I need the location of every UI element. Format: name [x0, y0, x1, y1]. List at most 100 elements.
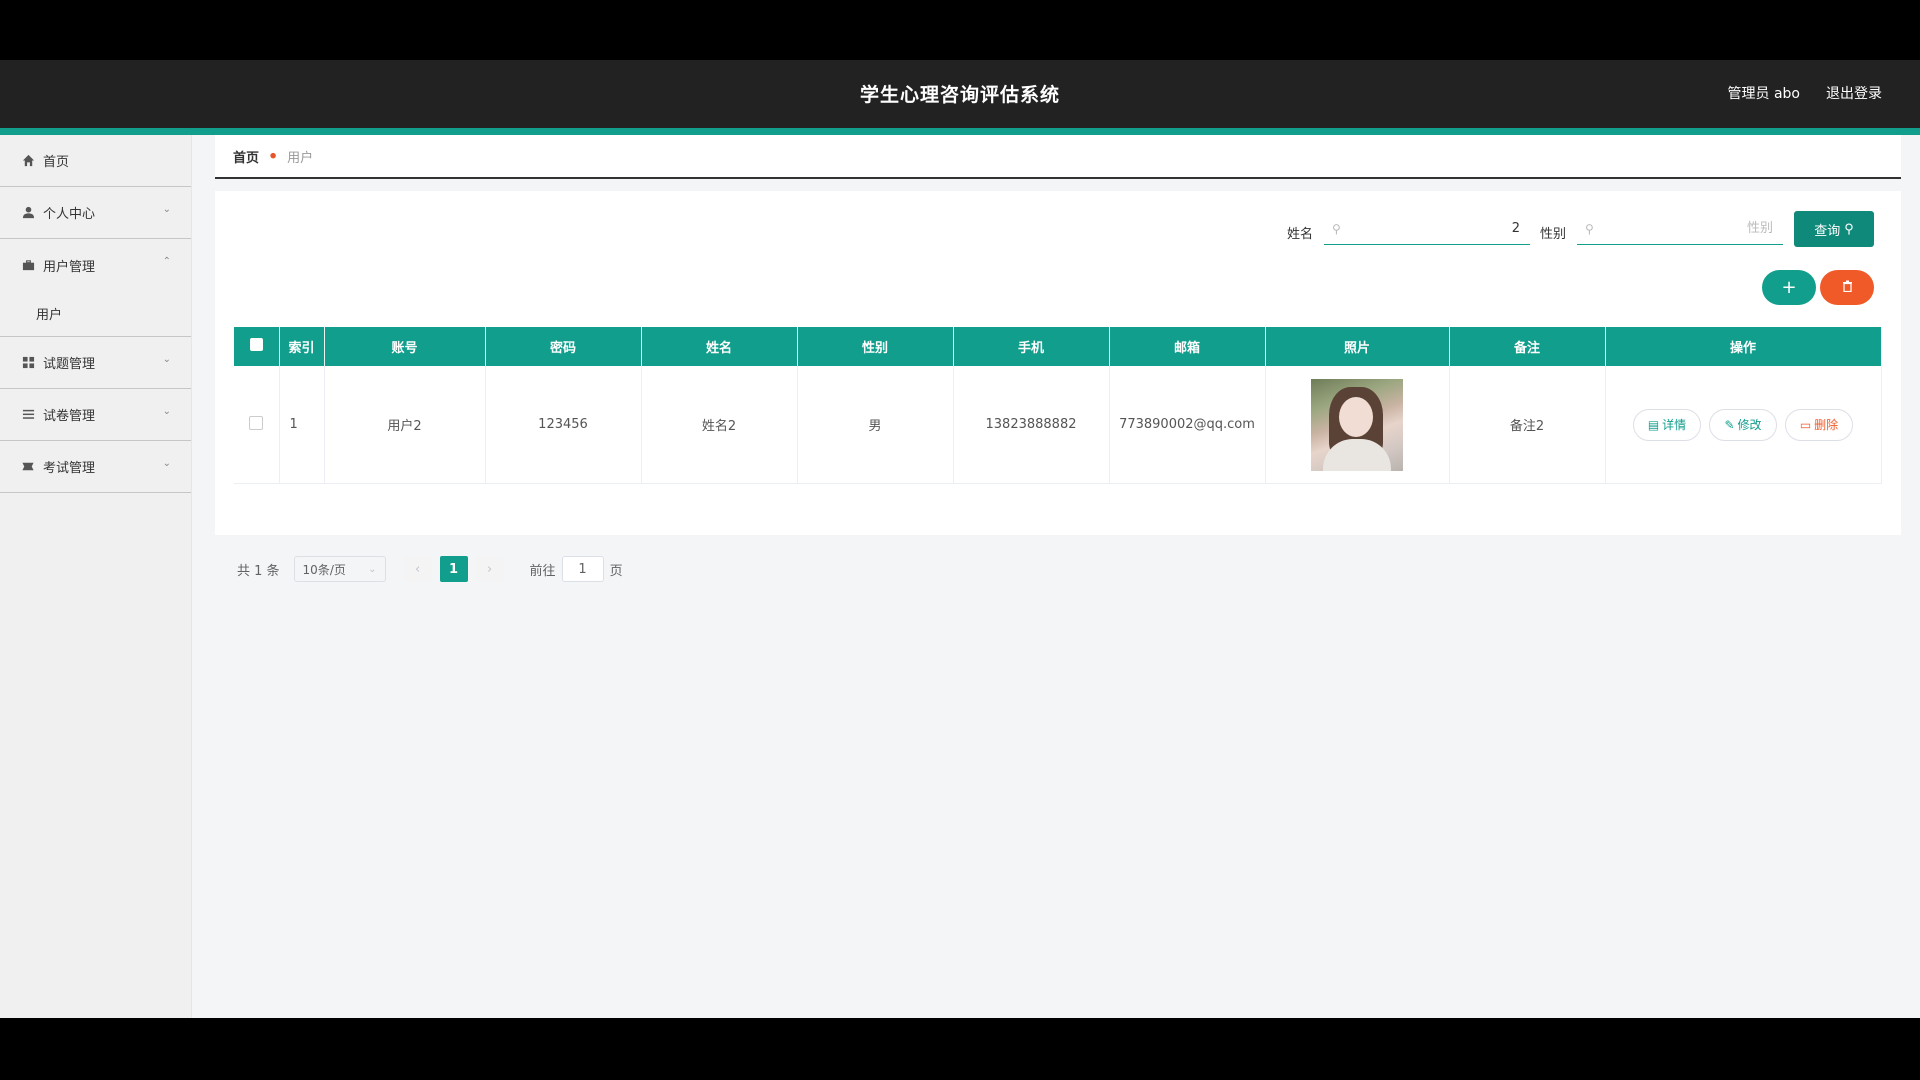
- edit-button[interactable]: ✎ 修改: [1709, 408, 1777, 441]
- photo-face: [1339, 396, 1373, 437]
- detail-button[interactable]: ▤ 详情: [1633, 408, 1701, 441]
- sidebar-item-exam-management[interactable]: 考试管理 ⌄: [0, 441, 191, 493]
- column-header: 索引: [279, 327, 325, 366]
- home-icon: [21, 154, 35, 168]
- app-window: 学生心理咨询评估系统 管理员 abo 退出登录 首页 个人中心 ⌄ 用户管理 ⌃…: [0, 60, 1920, 1018]
- delete-button[interactable]: ▭ 删除: [1785, 408, 1853, 441]
- name-search-input[interactable]: [1340, 220, 1530, 237]
- document-icon: ▤: [1647, 417, 1660, 432]
- plus-icon: +: [1781, 277, 1797, 298]
- edit-icon: ✎: [1724, 417, 1735, 432]
- top-header: 学生心理咨询评估系统 管理员 abo 退出登录: [0, 60, 1920, 135]
- chevron-down-icon: ⌄: [368, 563, 377, 575]
- column-header: 备注: [1449, 327, 1606, 366]
- sidebar: 首页 个人中心 ⌄ 用户管理 ⌃ 用户 试题管理 ⌄ 试卷管理 ⌄ 考试管理 ⌄: [0, 135, 192, 1018]
- search-icon: ⚲: [1332, 221, 1341, 236]
- user-table: 索引 账号 密码 姓名 性别 手机 邮箱 照片 备注 操作 1 用户2 1234…: [234, 327, 1882, 484]
- sidebar-item-home[interactable]: 首页: [0, 135, 191, 187]
- name-search-label: 姓名: [1287, 227, 1314, 242]
- column-header: 性别: [797, 327, 954, 366]
- sidebar-item-label: 试题管理: [43, 357, 96, 372]
- column-header: 密码: [485, 327, 642, 366]
- chevron-left-icon: ‹: [414, 561, 421, 577]
- sidebar-item-label: 首页: [43, 155, 70, 170]
- cell-password: 123456: [485, 366, 642, 484]
- sidebar-item-label: 个人中心: [43, 207, 96, 222]
- column-header: 账号: [324, 327, 486, 366]
- sidebar-item-label: 用户管理: [43, 259, 96, 275]
- user-photo: [1311, 378, 1403, 471]
- cell-account: 用户2: [324, 366, 486, 484]
- column-header: 邮箱: [1109, 327, 1266, 366]
- total-count: 共 1 条: [237, 563, 280, 579]
- chevron-right-icon: ›: [486, 561, 493, 577]
- sidebar-item-paper-management[interactable]: 试卷管理 ⌄: [0, 389, 191, 441]
- content-panel: 姓名 ⚲ 性别 ⚲ 查询 ⚲ +: [215, 191, 1901, 582]
- next-page-button[interactable]: ›: [475, 556, 504, 582]
- user-icon: [21, 206, 35, 220]
- page-size-select[interactable]: 10条/页 ⌄: [293, 556, 386, 582]
- prev-page-button[interactable]: ‹: [403, 556, 432, 582]
- add-button[interactable]: +: [1762, 270, 1816, 305]
- cell-actions: ▤ 详情 ✎ 修改 ▭ 删除: [1605, 366, 1882, 484]
- app-title: 学生心理咨询评估系统: [859, 84, 1060, 106]
- breadcrumb-home[interactable]: 首页: [233, 147, 259, 166]
- pagination: 共 1 条 10条/页 ⌄ ‹ 1 › 前往 页: [237, 555, 623, 583]
- sidebar-item-label: 试卷管理: [43, 409, 96, 424]
- page-number-current[interactable]: 1: [439, 556, 468, 582]
- cell-photo: [1265, 366, 1450, 484]
- breadcrumb-separator-icon: ⚫: [268, 149, 279, 163]
- goto-suffix: 页: [609, 563, 623, 579]
- gender-search-label: 性别: [1540, 227, 1567, 242]
- cell-name: 姓名2: [641, 366, 798, 484]
- cell-phone: 13823888882: [953, 366, 1110, 484]
- select-all-cell: [234, 327, 280, 366]
- row-select-cell: [234, 366, 280, 484]
- admin-name: 管理员 abo: [1727, 86, 1800, 102]
- table-header-row: 索引 账号 密码 姓名 性别 手机 邮箱 照片 备注 操作: [234, 327, 1882, 366]
- chevron-down-icon: ⌄: [162, 458, 171, 469]
- column-header: 操作: [1605, 327, 1882, 366]
- chevron-down-icon: ⌄: [162, 406, 171, 417]
- edit-label: 修改: [1737, 418, 1762, 432]
- trash-icon: [1842, 280, 1853, 296]
- batch-delete-button[interactable]: [1820, 270, 1874, 305]
- delete-label: 删除: [1814, 418, 1839, 432]
- goto-prefix: 前往: [529, 563, 556, 579]
- grid-icon: [21, 356, 35, 370]
- list-icon: [21, 408, 35, 422]
- search-icon: ⚲: [1844, 221, 1854, 236]
- sidebar-subitem-users[interactable]: 用户: [0, 291, 191, 337]
- chevron-down-icon: ⌄: [162, 354, 171, 365]
- cell-email: 773890002@qq.com: [1109, 366, 1266, 484]
- column-header: 照片: [1265, 327, 1450, 366]
- sidebar-item-question-management[interactable]: 试题管理 ⌄: [0, 337, 191, 389]
- sidebar-item-personal-center[interactable]: 个人中心 ⌄: [0, 187, 191, 239]
- chevron-down-icon: ⌄: [162, 204, 171, 215]
- logout-link[interactable]: 退出登录: [1826, 83, 1882, 103]
- row-checkbox[interactable]: [249, 415, 264, 430]
- sidebar-item-label: 考试管理: [43, 461, 96, 476]
- gender-search-field: ⚲: [1577, 213, 1783, 245]
- table-row: 1 用户2 123456 姓名2 男 13823888882 773890002…: [234, 366, 1882, 484]
- column-header: 姓名: [641, 327, 798, 366]
- breadcrumb: 首页 ⚫ 用户: [215, 135, 1901, 179]
- cell-index: 1: [279, 366, 325, 484]
- chevron-up-icon: ⌃: [162, 256, 171, 267]
- breadcrumb-current: 用户: [287, 150, 314, 166]
- trash-icon: ▭: [1799, 417, 1812, 432]
- query-button[interactable]: 查询 ⚲: [1794, 211, 1874, 247]
- page-size-value: 10条/页: [302, 562, 346, 577]
- name-search-field: ⚲: [1324, 213, 1530, 245]
- gender-search-input[interactable]: [1593, 220, 1783, 237]
- cell-gender: 男: [797, 366, 954, 484]
- briefcase-icon: [21, 258, 35, 272]
- query-button-label: 查询: [1814, 222, 1841, 238]
- cell-note: 备注2: [1449, 366, 1606, 484]
- search-icon: ⚲: [1585, 221, 1594, 236]
- sidebar-item-user-management[interactable]: 用户管理 ⌃: [0, 239, 191, 291]
- detail-label: 详情: [1662, 418, 1687, 432]
- select-all-checkbox[interactable]: [249, 338, 263, 351]
- goto-page-input[interactable]: [561, 556, 604, 582]
- column-header: 手机: [953, 327, 1110, 366]
